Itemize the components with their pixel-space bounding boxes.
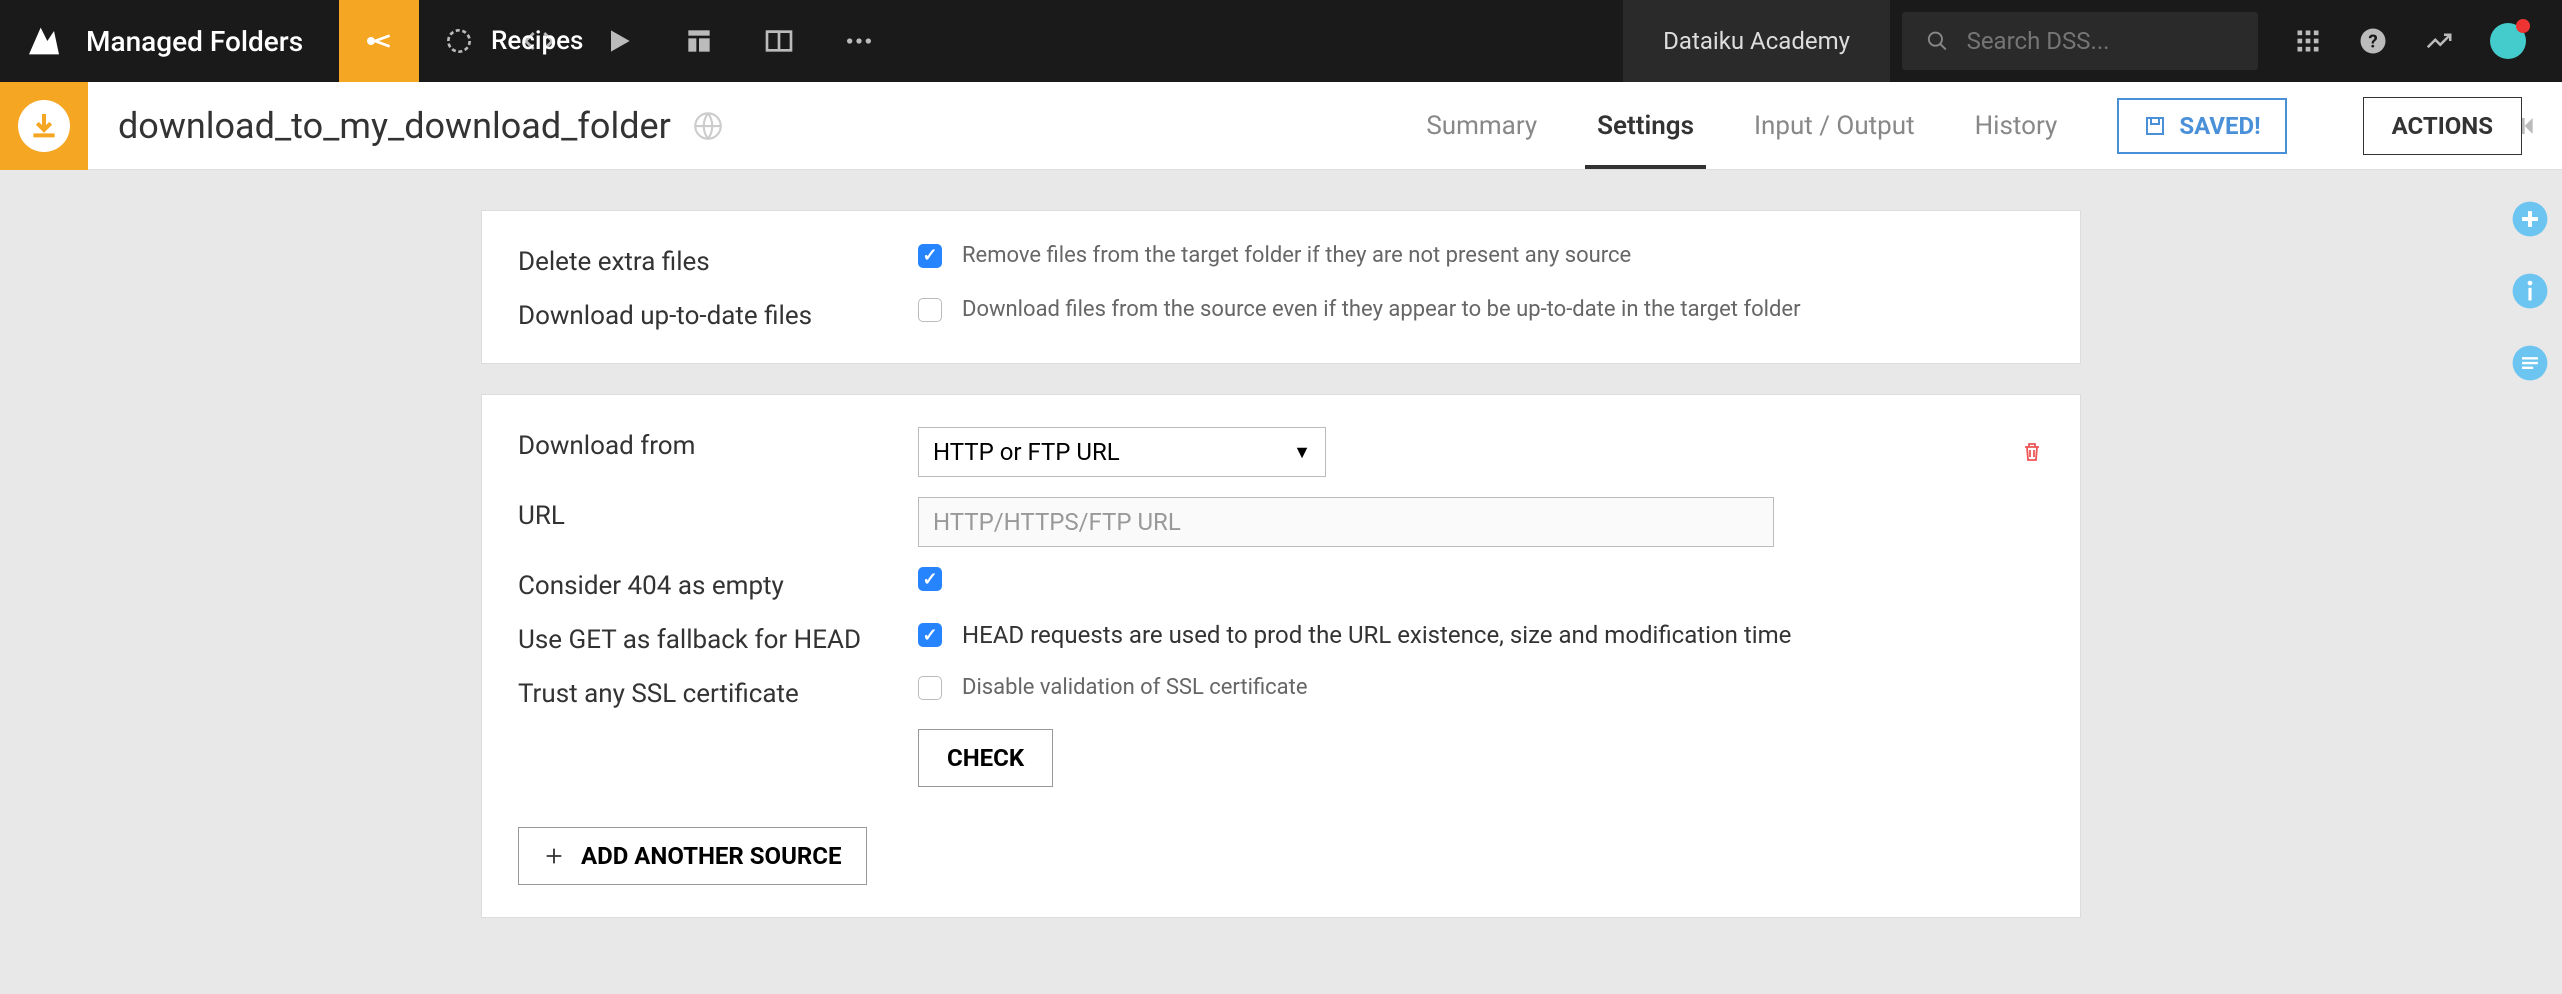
apps-icon[interactable] [2294, 27, 2322, 55]
trust-ssl-checkbox[interactable] [918, 676, 942, 700]
svg-text:?: ? [2368, 30, 2377, 52]
caret-down-icon: ▼ [1293, 442, 1311, 463]
plus-icon [543, 845, 565, 867]
search-icon [1926, 28, 1949, 54]
top-bar: Managed Folders Recipes Dataiku Academy [0, 0, 2562, 82]
chat-icon[interactable] [2511, 344, 2549, 382]
delete-source-button[interactable] [2020, 440, 2044, 464]
flow-icon[interactable] [339, 0, 419, 82]
search-input[interactable] [1967, 27, 2234, 55]
dataiku-logo-icon[interactable] [20, 17, 68, 65]
more-icon[interactable] [819, 0, 899, 82]
consider-404-checkbox[interactable] [918, 567, 942, 591]
main-content: Delete extra files Remove files from the… [0, 170, 2562, 958]
nav-icons [339, 0, 899, 82]
navigate-icon[interactable] [691, 109, 725, 143]
saved-button[interactable]: SAVED! [2117, 98, 2286, 154]
actions-button[interactable]: ACTIONS [2363, 97, 2522, 155]
search-box[interactable] [1902, 12, 2258, 70]
use-get-desc: HEAD requests are used to prod the URL e… [962, 621, 1791, 649]
help-icon[interactable]: ? [2358, 26, 2388, 56]
panel-source: Download from HTTP or FTP URL ▼ URL Cons… [481, 394, 2081, 918]
download-from-value: HTTP or FTP URL [933, 438, 1120, 466]
download-from-label: Download from [518, 427, 918, 461]
consider-404-label: Consider 404 as empty [518, 567, 918, 601]
academy-link[interactable]: Dataiku Academy [1623, 0, 1890, 82]
tab-summary[interactable]: Summary [1426, 82, 1537, 169]
collapse-arrow-icon[interactable] [2514, 110, 2546, 142]
panel-icon[interactable] [739, 0, 819, 82]
uptodate-label: Download up-to-date files [518, 297, 918, 331]
circle-icon[interactable] [419, 0, 499, 82]
uptodate-desc: Download files from the source even if t… [962, 297, 1801, 322]
page-title: download_to_my_download_folder [118, 105, 671, 147]
breadcrumb-label[interactable]: Recipes [491, 26, 583, 56]
url-input[interactable] [918, 497, 1774, 547]
add-source-label: ADD ANOTHER SOURCE [581, 842, 842, 870]
recipe-download-icon [0, 82, 88, 170]
info-icon[interactable] [2511, 272, 2549, 310]
add-icon[interactable] [2511, 200, 2549, 238]
tab-history[interactable]: History [1975, 82, 2058, 169]
tab-settings[interactable]: Settings [1597, 82, 1694, 169]
avatar[interactable] [2490, 23, 2526, 59]
saved-label: SAVED! [2179, 112, 2260, 140]
delete-extra-desc: Remove files from the target folder if t… [962, 243, 1631, 268]
play-icon[interactable] [579, 0, 659, 82]
panel-general: Delete extra files Remove files from the… [481, 210, 2081, 364]
save-icon [2143, 114, 2167, 138]
section-title[interactable]: Managed Folders [86, 25, 303, 58]
tabs: Summary Settings Input / Output History … [1426, 82, 2522, 169]
dashboard-icon[interactable] [659, 0, 739, 82]
notification-dot [2516, 19, 2530, 33]
trust-ssl-desc: Disable validation of SSL certificate [962, 675, 1308, 700]
use-get-label: Use GET as fallback for HEAD [518, 621, 918, 655]
url-label: URL [518, 497, 918, 531]
delete-extra-checkbox[interactable] [918, 244, 942, 268]
side-strip [2498, 170, 2562, 382]
trust-ssl-label: Trust any SSL certificate [518, 675, 918, 709]
use-get-checkbox[interactable] [918, 623, 942, 647]
delete-extra-label: Delete extra files [518, 243, 918, 277]
tab-input-output[interactable]: Input / Output [1754, 82, 1915, 169]
add-another-source-button[interactable]: ADD ANOTHER SOURCE [518, 827, 867, 885]
sub-bar: download_to_my_download_folder Summary S… [0, 82, 2562, 170]
check-button[interactable]: CHECK [918, 729, 1053, 787]
download-from-select[interactable]: HTTP or FTP URL ▼ [918, 427, 1326, 477]
uptodate-checkbox[interactable] [918, 298, 942, 322]
activity-icon[interactable] [2424, 26, 2454, 56]
